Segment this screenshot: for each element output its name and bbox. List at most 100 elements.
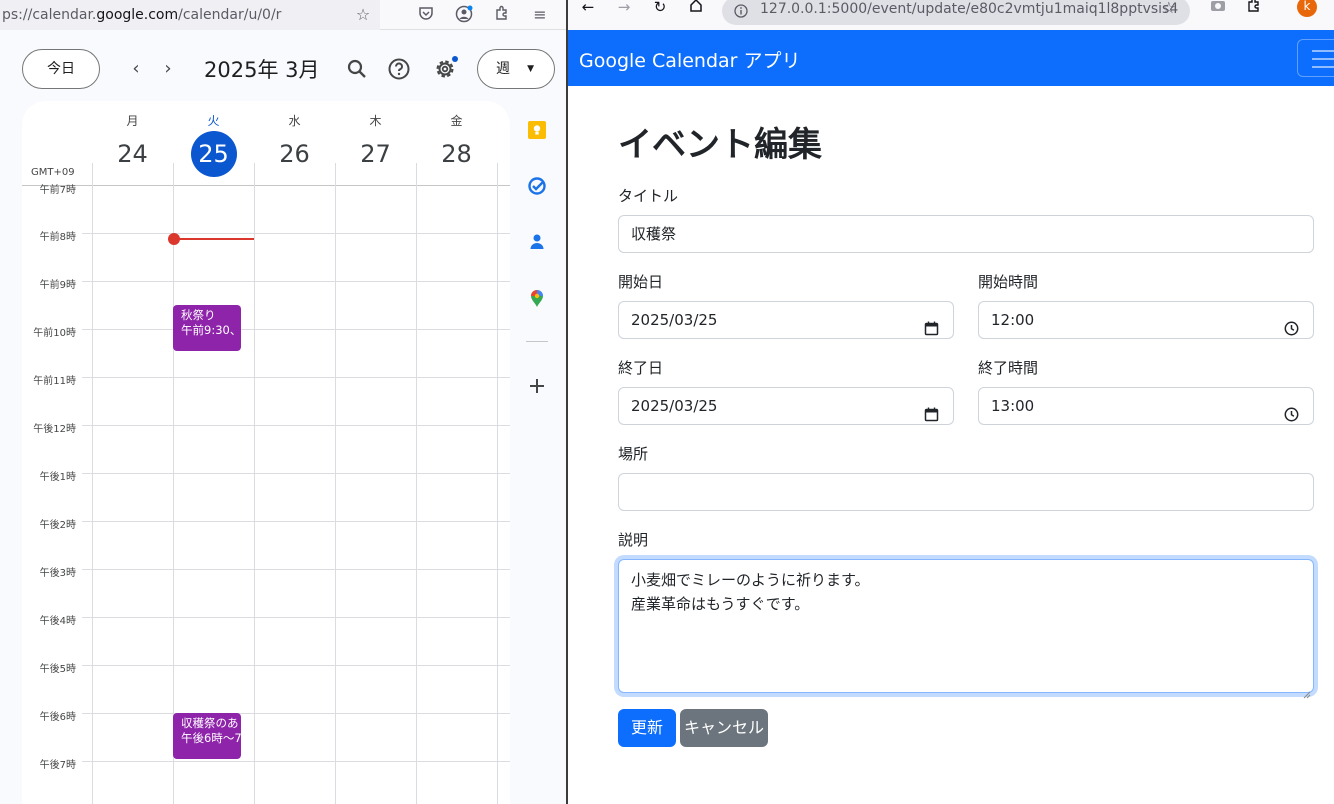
- clock-icon[interactable]: [1284, 313, 1299, 336]
- hour-label: 午後1時: [39, 472, 76, 483]
- hour-label: 午前8時: [39, 232, 76, 243]
- view-select-button[interactable]: 週 ▼: [477, 49, 555, 89]
- app-navbar: Google Calendar アプリ: [568, 30, 1334, 86]
- previous-week-chevron-icon[interactable]: ‹: [123, 56, 149, 82]
- tasks-icon[interactable]: [527, 176, 547, 196]
- event-time: 午前9:30、: [181, 323, 241, 337]
- hour-line: [82, 761, 510, 762]
- today-button[interactable]: 今日: [22, 49, 100, 89]
- caret-down-icon: ▼: [527, 64, 534, 74]
- navbar-toggler-hamburger-icon[interactable]: [1297, 39, 1334, 77]
- day-header-tue-today[interactable]: 火 25: [173, 101, 254, 177]
- hour-line: [82, 473, 510, 474]
- day-header-mon[interactable]: 月 24: [92, 101, 173, 177]
- title-label: タイトル: [618, 187, 679, 205]
- date-number[interactable]: 26: [272, 131, 318, 177]
- title-input[interactable]: 収穫祭: [618, 215, 1314, 253]
- description-textarea[interactable]: 小麦畑でミレーのように祈ります。 産業革命はもうすぐです。: [618, 559, 1314, 699]
- app-brand[interactable]: Google Calendar アプリ: [579, 46, 801, 73]
- clock-icon[interactable]: [1284, 399, 1299, 422]
- weekday-label: 木: [369, 114, 382, 128]
- menu-icon[interactable]: ≡: [530, 5, 550, 25]
- site-info-icon[interactable]: [734, 2, 748, 18]
- contacts-icon[interactable]: [527, 232, 547, 252]
- event-title: 収穫祭のあ: [181, 716, 239, 730]
- keep-icon[interactable]: [527, 120, 547, 140]
- hour-line: [82, 425, 510, 426]
- event-title: 秋祭り: [181, 308, 216, 322]
- hour-line: [82, 233, 510, 234]
- search-icon[interactable]: [343, 55, 371, 83]
- calendar-picker-icon[interactable]: [924, 313, 939, 336]
- current-time-dot: [168, 233, 180, 245]
- url-suffix: /calendar/u/0/r: [178, 7, 282, 23]
- hour-line: [82, 617, 510, 618]
- end-date-label: 終了日: [618, 359, 664, 377]
- calendar-event[interactable]: 収穫祭のあ 午後6時～7: [173, 713, 241, 759]
- help-icon[interactable]: [385, 55, 413, 83]
- update-button[interactable]: 更新: [618, 709, 676, 747]
- location-input[interactable]: [618, 473, 1314, 511]
- column-divider: [92, 163, 93, 804]
- day-header-fri[interactable]: 金 28: [416, 101, 497, 177]
- description-line: 小麦畑でミレーのように祈ります。: [631, 571, 870, 589]
- page-title: イベント編集: [618, 125, 822, 165]
- calendar-picker-icon[interactable]: [924, 399, 939, 422]
- reload-icon[interactable]: ↻: [650, 0, 670, 17]
- screenshot-camera-icon[interactable]: [1208, 0, 1228, 17]
- start-time-input[interactable]: 12:00: [978, 301, 1314, 339]
- cancel-button[interactable]: キャンセル: [680, 709, 768, 747]
- url-prefix: ps://calendar.: [2, 7, 97, 23]
- event-time: 午後6時～7: [181, 731, 241, 745]
- maps-icon[interactable]: [527, 288, 547, 308]
- calendar-event[interactable]: 秋祭り 午前9:30、: [173, 305, 241, 351]
- hour-label: 午後5時: [39, 664, 76, 675]
- resize-handle-icon[interactable]: [1303, 682, 1311, 699]
- url-text: 127.0.0.1:5000/event/update/e80c2vmtju1m…: [760, 1, 1179, 17]
- column-divider: [254, 163, 255, 804]
- description-label: 説明: [618, 531, 649, 549]
- hour-label: 午後2時: [39, 520, 76, 531]
- extensions-icon[interactable]: [1244, 0, 1264, 17]
- hour-line: [82, 329, 510, 330]
- google-calendar-window: ps://calendar.google.com/calendar/u/0/r …: [0, 0, 566, 804]
- weekday-label: 火: [207, 114, 220, 128]
- next-week-chevron-icon[interactable]: ›: [155, 56, 181, 82]
- date-number[interactable]: 28: [434, 131, 480, 177]
- weekday-label: 月: [126, 114, 139, 128]
- left-browser-toolbar: ps://calendar.google.com/calendar/u/0/r …: [0, 0, 566, 30]
- home-icon[interactable]: [686, 0, 706, 17]
- add-addon-plus-icon[interactable]: [527, 376, 547, 396]
- date-number[interactable]: 25: [190, 131, 237, 177]
- hour-line: [82, 665, 510, 666]
- hour-line: [82, 521, 510, 522]
- url-domain: google.com: [96, 7, 179, 23]
- pocket-icon[interactable]: [416, 5, 436, 25]
- timezone-label: GMT+09: [31, 167, 75, 178]
- back-arrow-icon[interactable]: ←: [578, 0, 598, 17]
- column-divider: [173, 163, 174, 804]
- hour-line: [82, 281, 510, 282]
- right-address-bar[interactable]: 127.0.0.1:5000/event/update/e80c2vmtju1m…: [722, 0, 1190, 25]
- end-time-label: 終了時間: [978, 359, 1039, 377]
- hour-label: 午後7時: [39, 760, 76, 771]
- extensions-icon[interactable]: [492, 5, 512, 25]
- account-icon[interactable]: [454, 5, 474, 25]
- start-date-input[interactable]: 2025/03/25: [618, 301, 954, 339]
- header-divider: [22, 185, 510, 186]
- settings-gear-icon[interactable]: [431, 55, 459, 83]
- end-date-input[interactable]: 2025/03/25: [618, 387, 954, 425]
- end-time-input[interactable]: 13:00: [978, 387, 1314, 425]
- date-number[interactable]: 27: [353, 131, 399, 177]
- bookmark-star-icon[interactable]: ☆: [1162, 0, 1176, 20]
- hour-label: 午前11時: [33, 376, 76, 387]
- view-label: 週: [496, 61, 510, 77]
- left-address-bar[interactable]: ps://calendar.google.com/calendar/u/0/r: [0, 0, 380, 30]
- end-date-value: 2025/03/25: [631, 397, 718, 415]
- forward-arrow-icon[interactable]: →: [614, 0, 634, 17]
- day-header-wed[interactable]: 水 26: [254, 101, 335, 177]
- bookmark-star-icon[interactable]: ☆: [353, 5, 373, 25]
- date-number[interactable]: 24: [110, 131, 156, 177]
- profile-avatar[interactable]: k: [1297, 0, 1317, 17]
- day-header-thu[interactable]: 木 27: [335, 101, 416, 177]
